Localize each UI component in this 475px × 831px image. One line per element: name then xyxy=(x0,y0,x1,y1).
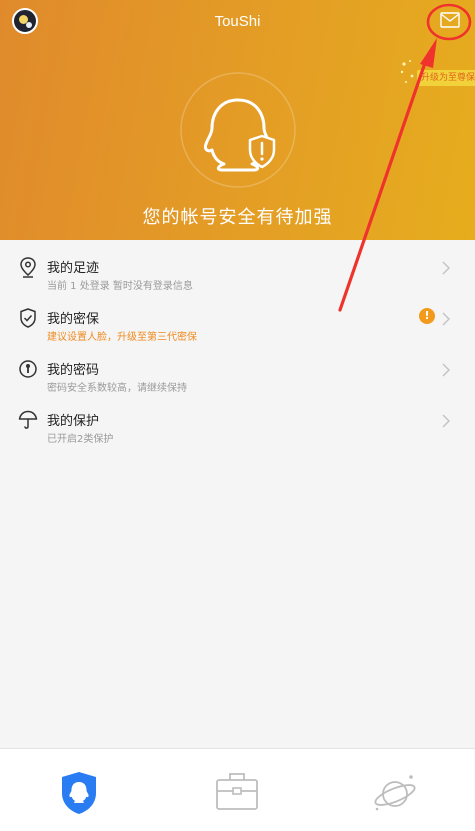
qq-shield-icon xyxy=(180,72,296,188)
chevron-right-icon xyxy=(442,363,450,377)
chevron-right-icon xyxy=(442,312,450,326)
planet-icon xyxy=(374,775,416,811)
tab-security[interactable] xyxy=(0,749,158,831)
security-status-text: 您的帐号安全有待加强 xyxy=(142,207,333,228)
menu-item-password[interactable]: 我的密码 密码安全系数较高，请继续保持 xyxy=(0,342,475,394)
tab-toolbox[interactable] xyxy=(158,749,316,831)
umbrella-icon xyxy=(18,410,38,429)
menu-item-label: 我的保护 xyxy=(47,414,100,429)
location-pin-icon xyxy=(20,257,36,278)
menu-item-secret-protection[interactable]: 我的密保 建议设置人脸，升级至第三代密保 ! xyxy=(0,291,475,343)
shield-check-icon xyxy=(20,308,36,328)
menu-item-subtitle: 已开启2类保护 xyxy=(47,434,114,445)
app-title: TouShi xyxy=(214,13,261,30)
menu-item-footprint[interactable]: 我的足迹 当前 1 处登录 暂时没有登录信息 xyxy=(0,240,475,292)
security-menu-list: 我的足迹 当前 1 处登录 暂时没有登录信息 我的密保 建议设置人脸，升级至第三… xyxy=(0,240,475,445)
menu-item-subtitle: 当前 1 处登录 暂时没有登录信息 xyxy=(47,281,193,292)
sparkle-icon xyxy=(400,60,414,83)
toolbox-icon xyxy=(216,773,258,810)
header-banner: TouShi 升级为至尊保 您的帐号安全有待加强 xyxy=(0,0,475,240)
mail-icon[interactable] xyxy=(440,12,460,28)
chevron-right-icon xyxy=(442,261,450,275)
menu-item-label: 我的足迹 xyxy=(47,261,100,276)
menu-item-subtitle: 建议设置人脸，升级至第三代密保 xyxy=(47,332,197,343)
menu-item-label: 我的密码 xyxy=(47,363,100,378)
top-bar: TouShi xyxy=(0,0,475,44)
chevron-right-icon xyxy=(442,414,450,428)
tab-discover[interactable] xyxy=(316,749,474,831)
menu-item-subtitle: 密码安全系数较高，请继续保持 xyxy=(47,383,187,394)
upgrade-tag[interactable]: 升级为至尊保 xyxy=(417,70,475,86)
bottom-tab-bar xyxy=(0,748,475,831)
key-icon xyxy=(19,360,37,378)
menu-item-protection[interactable]: 我的保护 已开启2类保护 xyxy=(0,393,475,445)
warning-badge: ! xyxy=(419,308,435,324)
qq-shield-tab-icon xyxy=(62,772,96,814)
menu-item-label: 我的密保 xyxy=(47,312,100,327)
